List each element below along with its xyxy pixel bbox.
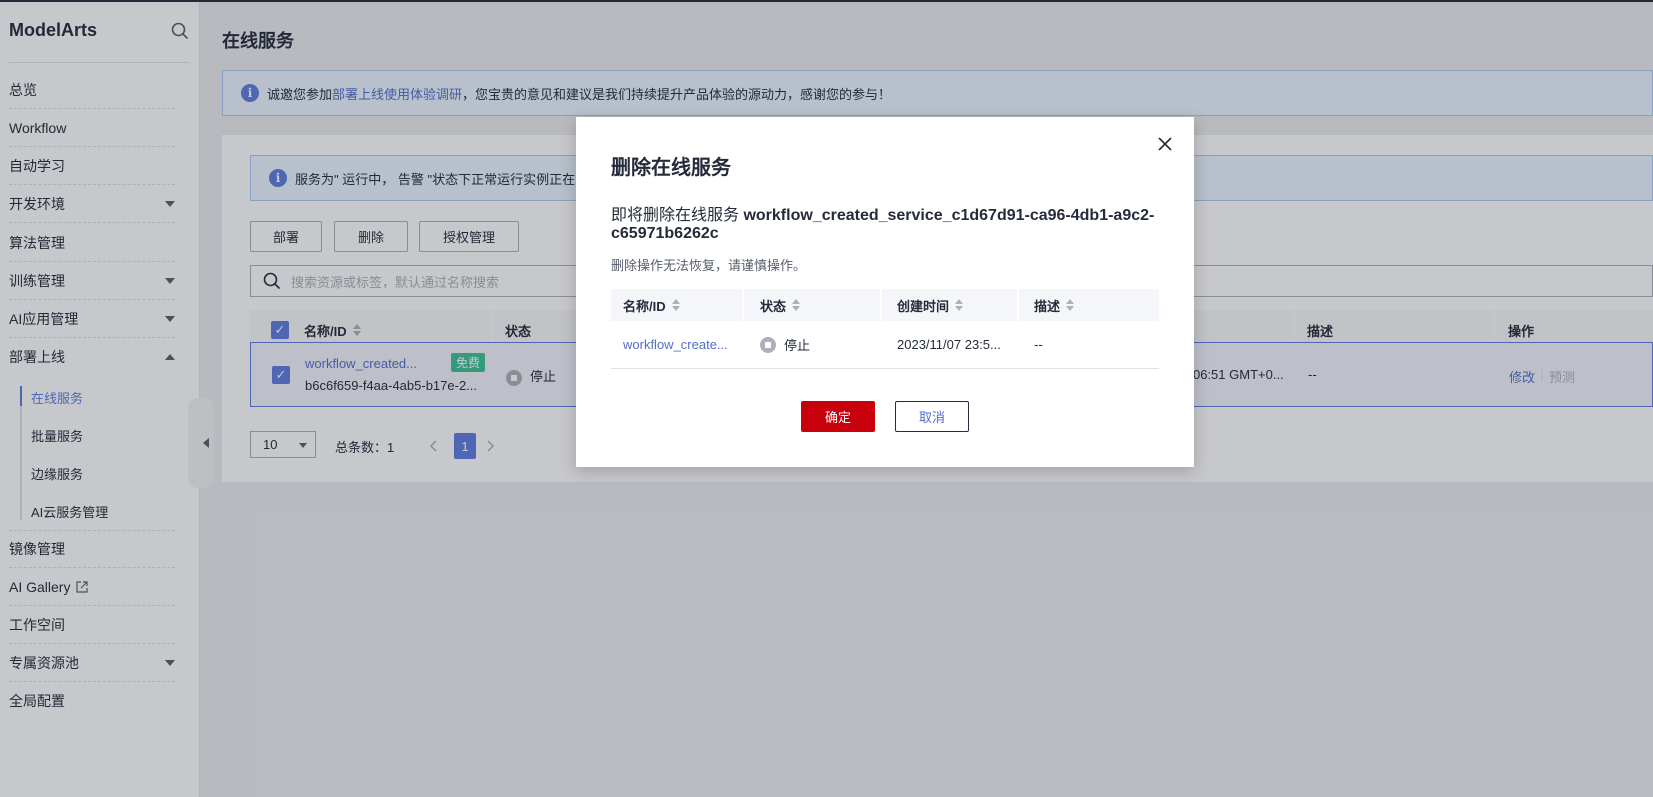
close-icon[interactable] <box>1158 137 1172 151</box>
dialog-status-cell: 停止 <box>760 321 810 368</box>
dialog-header-name[interactable]: 名称/ID <box>623 289 680 321</box>
header-label: 描述 <box>1034 298 1061 314</box>
header-label: 创建时间 <box>897 298 950 314</box>
column-divider <box>742 289 744 321</box>
sort-icon <box>792 299 801 311</box>
dialog-header-desc[interactable]: 描述 <box>1034 289 1075 321</box>
cancel-button[interactable]: 取消 <box>895 401 969 432</box>
table-row: workflow_create... 停止 2023/11/07 23:5...… <box>611 321 1159 369</box>
dialog-message: 即将删除在线服务 workflow_created_service_c1d67d… <box>611 207 1171 243</box>
header-label: 名称/ID <box>623 298 666 314</box>
message-prefix: 即将删除在线服务 <box>611 207 744 224</box>
column-divider <box>880 289 882 321</box>
stop-status-icon <box>760 336 776 353</box>
dialog-desc-cell: -- <box>1034 337 1043 352</box>
status-text: 停止 <box>784 338 811 353</box>
dialog-time-cell: 2023/11/07 23:5... <box>897 337 1001 352</box>
delete-service-dialog: 删除在线服务 即将删除在线服务 workflow_created_service… <box>576 117 1194 467</box>
confirm-button[interactable]: 确定 <box>801 401 875 432</box>
sort-icon <box>1066 299 1075 311</box>
dialog-title: 删除在线服务 <box>611 157 731 179</box>
column-divider <box>1017 289 1019 321</box>
dialog-service-name-link[interactable]: workflow_create... <box>623 321 728 368</box>
dialog-header-time[interactable]: 创建时间 <box>897 289 964 321</box>
sort-icon <box>671 299 680 311</box>
sort-icon <box>955 299 964 311</box>
dialog-table-header: 名称/ID 状态 创建时间 描述 <box>611 289 1159 321</box>
dialog-header-status[interactable]: 状态 <box>760 289 801 321</box>
header-label: 状态 <box>760 298 787 314</box>
dialog-warning: 删除操作无法恢复，请谨慎操作。 <box>611 258 807 273</box>
